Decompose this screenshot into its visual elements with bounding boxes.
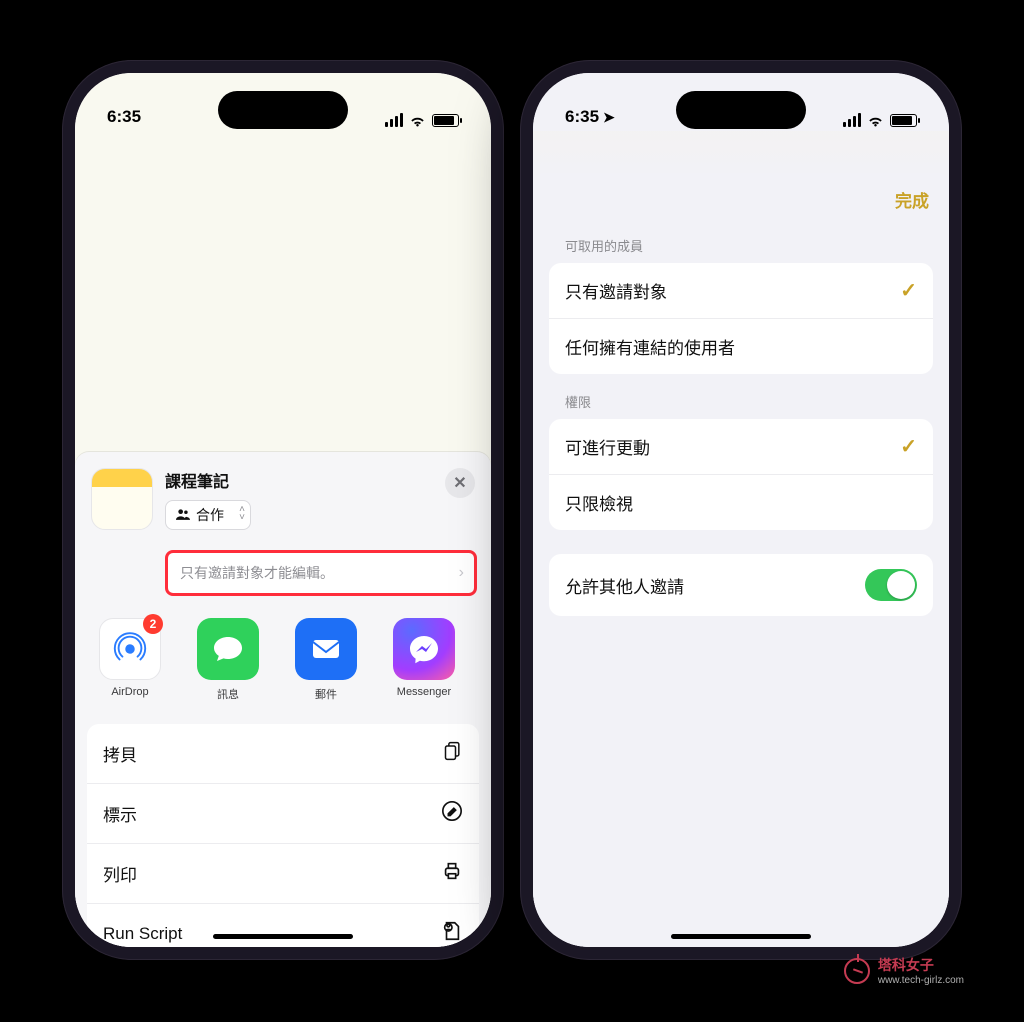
messages-icon xyxy=(197,618,259,680)
share-app-mail[interactable]: 郵件 xyxy=(287,618,365,702)
toggle-switch[interactable] xyxy=(865,569,917,601)
access-invite-only-label: 只有邀請對象 xyxy=(565,278,667,303)
action-print-label: 列印 xyxy=(103,861,137,886)
wifi-icon xyxy=(867,115,884,127)
battery-icon xyxy=(890,114,917,127)
collaborate-label: 合作 xyxy=(196,505,224,525)
airdrop-badge: 2 xyxy=(143,614,163,634)
action-copy[interactable]: 拷貝 xyxy=(87,724,479,783)
home-indicator[interactable] xyxy=(213,934,353,939)
print-icon xyxy=(441,860,463,887)
watermark-logo-icon xyxy=(844,958,870,984)
close-icon: ✕ xyxy=(453,473,466,493)
collaborate-picker[interactable]: 合作 ˄˅ xyxy=(165,500,251,530)
share-options-modal: 完成 可取用的成員 只有邀請對象 ✓ 任何擁有連結的使用者 權限 可進行更動 ✓ xyxy=(533,173,949,947)
copy-icon xyxy=(443,740,463,767)
perm-view-only[interactable]: 只限檢視 xyxy=(549,474,933,530)
action-print[interactable]: 列印 xyxy=(87,843,479,903)
home-indicator[interactable] xyxy=(671,934,811,939)
share-permissions-button[interactable]: 只有邀請對象才能編輯。 › xyxy=(165,550,477,596)
dynamic-island xyxy=(218,91,348,129)
share-app-messages[interactable]: 訊息 xyxy=(189,618,267,702)
notes-app-icon xyxy=(91,468,153,530)
markup-icon xyxy=(441,800,463,827)
allow-others-group: 允許其他人邀請 xyxy=(549,554,933,616)
perm-view-only-label: 只限檢視 xyxy=(565,490,633,515)
access-group: 只有邀請對象 ✓ 任何擁有連結的使用者 xyxy=(549,263,933,374)
cellular-icon xyxy=(843,115,861,127)
section-access-header: 可取用的成員 xyxy=(533,218,949,263)
script-icon xyxy=(441,920,463,947)
watermark: 塔科女子 www.tech-girlz.com xyxy=(844,955,964,986)
access-anyone-link[interactable]: 任何擁有連結的使用者 xyxy=(549,318,933,374)
done-button[interactable]: 完成 xyxy=(895,187,929,212)
watermark-brand: 塔科女子 xyxy=(878,957,934,973)
share-app-messenger[interactable]: Messenger xyxy=(385,618,463,702)
share-title: 課程筆記 xyxy=(165,468,433,492)
share-app-airdrop[interactable]: 2 AirDrop xyxy=(91,618,169,702)
checkmark-icon: ✓ xyxy=(900,278,917,303)
messenger-label: Messenger xyxy=(397,686,451,698)
action-script-label: Run Script xyxy=(103,924,182,944)
checkmark-icon: ✓ xyxy=(900,434,917,459)
phone-frame-left: 6:35 ‹ 所有 iCloud 2023年2月19日 下午6: xyxy=(62,60,504,960)
mail-icon xyxy=(295,618,357,680)
allow-others-invite[interactable]: 允許其他人邀請 xyxy=(549,554,933,616)
wifi-icon xyxy=(409,115,426,127)
permission-group: 可進行更動 ✓ 只限檢視 xyxy=(549,419,933,530)
screen-left: 6:35 ‹ 所有 iCloud 2023年2月19日 下午6: xyxy=(75,73,491,947)
action-copy-label: 拷貝 xyxy=(103,741,137,766)
watermark-url: www.tech-girlz.com xyxy=(878,975,964,986)
share-apps-row: 2 AirDrop 訊息 郵件 xyxy=(75,596,491,714)
action-markup-label: 標示 xyxy=(103,801,137,826)
airdrop-label: AirDrop xyxy=(111,686,148,698)
location-icon: ➤ xyxy=(603,109,615,126)
action-run-script[interactable]: Run Script xyxy=(87,903,479,947)
share-permissions-label: 只有邀請對象才能編輯。 xyxy=(180,565,334,581)
dynamic-island xyxy=(676,91,806,129)
people-icon xyxy=(176,507,190,523)
screen-right: 6:35 ➤ 完成 可取用的成員 只有邀請對象 ✓ 任何擁有連結的使 xyxy=(533,73,949,947)
action-markup[interactable]: 標示 xyxy=(87,783,479,843)
chevron-updown-icon: ˄˅ xyxy=(239,506,242,522)
share-actions: 拷貝 標示 列印 Ru xyxy=(87,724,479,947)
share-sheet: 課程筆記 合作 ˄˅ ✕ 只有邀請對象才能編輯。 › xyxy=(75,452,491,947)
perm-can-edit-label: 可進行更動 xyxy=(565,434,650,459)
access-invite-only[interactable]: 只有邀請對象 ✓ xyxy=(549,263,933,318)
mail-label: 郵件 xyxy=(315,686,337,702)
chevron-right-icon: › xyxy=(459,564,464,582)
perm-can-edit[interactable]: 可進行更動 ✓ xyxy=(549,419,933,474)
messages-label: 訊息 xyxy=(217,686,239,702)
status-time: 6:35 ➤ xyxy=(565,107,615,127)
battery-icon xyxy=(432,114,459,127)
messenger-icon xyxy=(393,618,455,680)
access-anyone-link-label: 任何擁有連結的使用者 xyxy=(565,334,735,359)
close-button[interactable]: ✕ xyxy=(445,468,475,498)
status-time: 6:35 xyxy=(107,107,141,127)
phone-frame-right: 6:35 ➤ 完成 可取用的成員 只有邀請對象 ✓ 任何擁有連結的使 xyxy=(520,60,962,960)
cellular-icon xyxy=(385,115,403,127)
allow-others-label: 允許其他人邀請 xyxy=(565,573,684,598)
section-permission-header: 權限 xyxy=(533,374,949,419)
